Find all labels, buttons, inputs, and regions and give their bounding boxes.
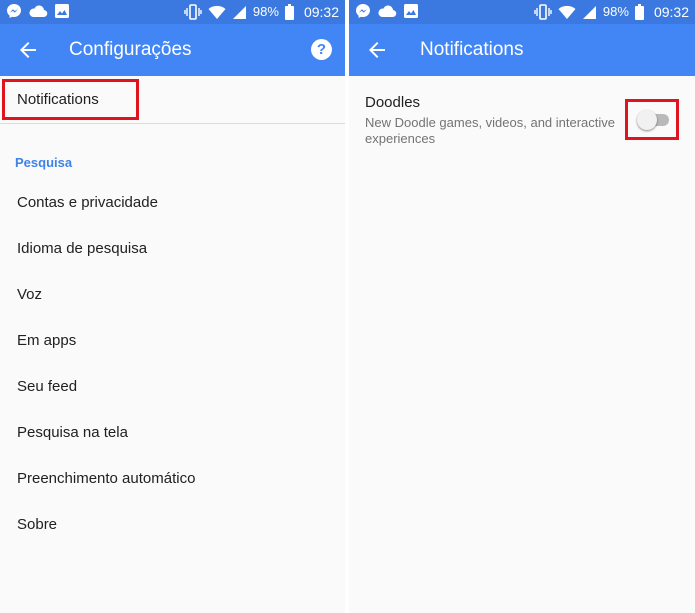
status-bar: 98% 09:32	[0, 0, 345, 24]
app-bar: Notifications	[349, 24, 695, 76]
system-icons: 98% 09:32	[534, 2, 689, 22]
settings-item-sobre[interactable]: Sobre	[17, 515, 57, 535]
settings-item-idioma[interactable]: Idioma de pesquisa	[17, 239, 147, 259]
settings-item-seu-feed[interactable]: Seu feed	[17, 377, 77, 397]
settings-item-em-apps[interactable]: Em apps	[17, 331, 76, 351]
clock: 09:32	[653, 4, 689, 20]
vibrate-icon	[184, 4, 202, 20]
battery-percentage: 98%	[252, 4, 279, 19]
settings-item-pesquisa-tela[interactable]: Pesquisa na tela	[17, 423, 128, 443]
page-title: Notifications	[420, 39, 524, 60]
app-bar: Configurações ?	[0, 24, 345, 76]
arrow-back-icon[interactable]	[365, 38, 389, 62]
settings-item-preenchimento[interactable]: Preenchimento automático	[17, 469, 195, 489]
notification-icons	[6, 3, 70, 19]
status-bar: 98% 09:32	[349, 0, 695, 24]
cloud-icon	[378, 5, 397, 18]
battery-icon	[284, 4, 294, 20]
wifi-icon	[558, 5, 576, 19]
section-header-pesquisa: Pesquisa	[15, 155, 73, 170]
settings-item-voz[interactable]: Voz	[17, 285, 42, 305]
system-icons: 98% 09:32	[184, 2, 339, 22]
clock: 09:32	[303, 4, 339, 20]
messenger-icon	[7, 4, 21, 18]
pref-title: Doodles	[365, 94, 421, 111]
battery-icon	[634, 4, 644, 20]
arrow-back-icon[interactable]	[16, 38, 40, 62]
vibrate-icon	[534, 4, 552, 20]
messenger-icon	[356, 4, 370, 18]
cloud-icon	[29, 5, 48, 18]
page-title: Configurações	[69, 39, 192, 60]
settings-screen: 98% 09:32 Configurações ? Notifications …	[0, 0, 345, 613]
signal-icon	[232, 5, 246, 19]
pref-summary: New Doodle games, videos, and interactiv…	[365, 115, 616, 146]
wifi-icon	[208, 5, 226, 19]
signal-icon	[582, 5, 596, 19]
help-icon[interactable]: ?	[311, 39, 332, 60]
battery-percentage: 98%	[602, 4, 629, 19]
highlight-box-notifications	[2, 79, 139, 120]
notification-icons	[355, 3, 419, 19]
divider	[0, 123, 345, 124]
image-icon	[55, 4, 69, 18]
settings-item-contas[interactable]: Contas e privacidade	[17, 193, 158, 213]
notifications-screen: 98% 09:32 Notifications Doodles New Dood…	[349, 0, 695, 613]
image-icon	[404, 4, 418, 18]
highlight-box-toggle	[625, 99, 679, 140]
